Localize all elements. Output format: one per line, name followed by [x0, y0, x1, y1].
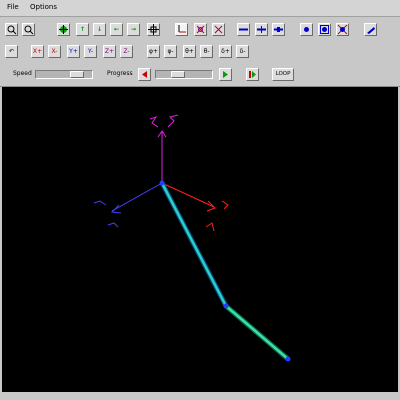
speed-slider[interactable]: [35, 70, 93, 79]
grid-toggle-button[interactable]: [57, 23, 70, 36]
dot-box-icon: [320, 25, 329, 34]
play-back-icon: [142, 71, 147, 78]
dot-icon: [304, 27, 309, 32]
toolbar-view: ↑ ↓ ← →: [0, 17, 400, 42]
zoom-in-icon: [7, 25, 17, 35]
joint-elbow: [223, 303, 229, 309]
rotate-y-minus-button[interactable]: Y-: [84, 45, 97, 58]
rotate-x-plus-button[interactable]: X+: [31, 45, 44, 58]
line-cross-icon: [257, 26, 266, 33]
perspective-icon: [214, 25, 223, 34]
scene-canvas: [93, 114, 291, 362]
zoom-out-button[interactable]: [22, 23, 35, 36]
pen-icon: [367, 27, 375, 34]
joint-base: [159, 180, 165, 186]
theta-minus-button[interactable]: θ-: [200, 45, 213, 58]
y-axis: [93, 182, 163, 228]
link-2: [225, 305, 289, 360]
reset-view-button[interactable]: ↶: [5, 45, 18, 58]
line-mark-button[interactable]: [272, 23, 285, 36]
z-axis: [149, 114, 179, 183]
point-box-button[interactable]: [318, 23, 331, 36]
menu-options[interactable]: Options: [30, 3, 57, 11]
joint-end-effector: [285, 356, 291, 362]
play-icon: [223, 71, 228, 78]
move-left-button[interactable]: ←: [110, 23, 123, 36]
axes-view-button[interactable]: [175, 23, 188, 36]
axes-icon: [178, 25, 186, 33]
grid-icon: [59, 25, 68, 34]
speed-label: Speed: [13, 70, 32, 77]
line-style-button[interactable]: [237, 23, 250, 36]
phi-plus-button[interactable]: φ+: [147, 45, 160, 58]
loop-button[interactable]: LOOP: [272, 68, 294, 81]
link-1: [160, 182, 228, 307]
delta-plus-button[interactable]: δ+: [219, 45, 232, 58]
playback-bar: Speed Progress LOOP: [0, 62, 400, 87]
rotate-z-plus-button[interactable]: Z+: [103, 45, 116, 58]
zoom-out-icon: [24, 25, 34, 35]
z-axis-label: [149, 116, 159, 128]
line-mark-icon: [274, 27, 283, 32]
3d-viewport[interactable]: [2, 87, 398, 392]
speed-slider-knob[interactable]: [70, 71, 84, 78]
theta-plus-button[interactable]: θ+: [183, 45, 196, 58]
line-cross-button[interactable]: [255, 23, 268, 36]
rotate-y-plus-button[interactable]: Y+: [67, 45, 80, 58]
pause-button[interactable]: [246, 68, 259, 81]
rotate-x-minus-button[interactable]: X-: [48, 45, 61, 58]
rotate-z-minus-button[interactable]: Z-: [120, 45, 133, 58]
step-back-button[interactable]: [138, 68, 151, 81]
perspective-button[interactable]: [212, 23, 225, 36]
rotate-icon: [196, 25, 205, 34]
play-button[interactable]: [219, 68, 232, 81]
move-right-button[interactable]: →: [127, 23, 140, 36]
toolbar-rotation: ↶ X+ X- Y+ Y- Z+ Z- φ+ φ- θ+ θ- δ+ δ-: [0, 41, 400, 63]
x-axis-label: [221, 200, 229, 210]
y-axis-label: [93, 200, 107, 206]
progress-label: Progress: [107, 70, 133, 77]
progress-slider[interactable]: [155, 70, 213, 79]
pause-icon: [249, 71, 256, 78]
menu-file[interactable]: File: [7, 3, 19, 11]
move-up-button[interactable]: ↑: [76, 23, 89, 36]
phi-minus-button[interactable]: φ-: [164, 45, 177, 58]
menu-bar: File Options: [0, 0, 400, 17]
move-down-button[interactable]: ↓: [93, 23, 106, 36]
dot-cross-icon: [337, 24, 348, 35]
status-bar: [0, 392, 400, 400]
crosshair-icon: [148, 24, 159, 35]
point-style-button[interactable]: [300, 23, 313, 36]
progress-slider-knob[interactable]: [171, 71, 185, 78]
line-icon: [239, 28, 248, 31]
draw-style-button[interactable]: [364, 23, 377, 36]
zoom-in-button[interactable]: [5, 23, 18, 36]
center-button[interactable]: [147, 23, 160, 36]
point-cross-button[interactable]: [336, 23, 349, 36]
delta-minus-button[interactable]: δ-: [236, 45, 249, 58]
rotate-view-button[interactable]: [194, 23, 207, 36]
